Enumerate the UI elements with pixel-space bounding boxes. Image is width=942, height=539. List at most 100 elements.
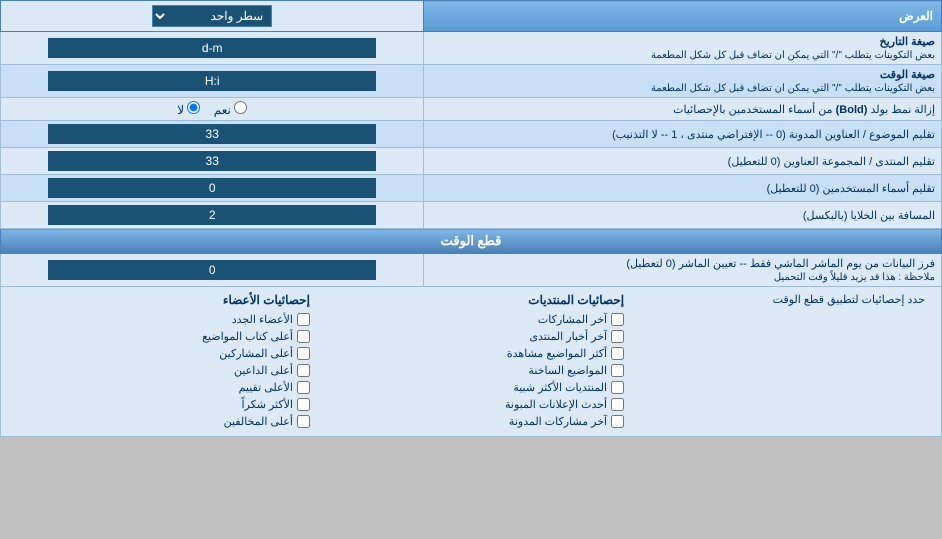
cb-top-posters-input[interactable] [297, 347, 310, 360]
bold-radio-no-label[interactable]: لا [177, 103, 200, 117]
cb-top-warned: أعلى المخالفين [13, 413, 310, 430]
cell-spacing-input[interactable] [48, 205, 376, 225]
cb-blog-posts: آخر مشاركات المدونة [318, 413, 624, 430]
cb-forum-news-input[interactable] [611, 330, 624, 343]
cb-most-viewed-label: أكثر المواضيع مشاهدة [507, 347, 607, 360]
time-cutoff-note: ملاحظة : هذا قد يزيد قليلاً وقت التحميل [430, 272, 935, 283]
cb-top-inviters-input[interactable] [297, 364, 310, 377]
cb-forum-news-label: آخر أخبار المنتدى [529, 330, 607, 343]
cb-top-inviters-label: أعلى الداعين [234, 364, 293, 377]
cb-most-viewed-input[interactable] [611, 347, 624, 360]
cell-spacing-label: المسافة بين الخلايا (بالبكسل) [424, 202, 942, 229]
limit-label: حدد إحصائيات لتطبيق قطع الوقت [773, 294, 925, 306]
checkbox-section-cell: حدد إحصائيات لتطبيق قطع الوقت إحصائيات ا… [1, 287, 942, 437]
main-table: العرض سطر واحد سطرين ثلاثة أسطر صيغة الت… [0, 0, 942, 437]
time-section-header: قطع الوقت [1, 229, 942, 254]
bold-label: إزالة نمط بولد (Bold) من أسماء المستخدمي… [424, 98, 942, 121]
time-cutoff-input-cell [1, 254, 424, 287]
cb-blog-posts-label: آخر مشاركات المدونة [509, 415, 607, 428]
page-title: العرض [899, 9, 933, 23]
username-trim-row: تقليم أسماء المستخدمين (0 للتعطيل) [1, 175, 942, 202]
forum-trim-label: تقليم المنتدى / المجموعة العناوين (0 للت… [424, 148, 942, 175]
cb-hot-topics-label: المواضيع الساخنة [528, 364, 607, 377]
forum-trim-title: تقليم المنتدى / المجموعة العناوين (0 للت… [728, 156, 935, 168]
date-format-title: صيغة التاريخ [880, 36, 935, 48]
display-input-cell: سطر واحد سطرين ثلاثة أسطر [1, 1, 424, 32]
username-trim-label: تقليم أسماء المستخدمين (0 للتعطيل) [424, 175, 942, 202]
bold-radio-yes[interactable] [234, 101, 247, 114]
cb-last-posts-label: آخر المشاركات [538, 313, 607, 326]
time-format-title: صيغة الوقت [880, 69, 935, 81]
time-cutoff-label: فرز البيانات من يوم الماشر الماشي فقط --… [424, 254, 942, 287]
date-format-label: صيغة التاريخ بعض التكوينات يتطلب "/" الت… [424, 32, 942, 65]
cb-new-members-input[interactable] [297, 313, 310, 326]
display-row: العرض سطر واحد سطرين ثلاثة أسطر [1, 1, 942, 32]
cb-most-thanked: الأكثر شكراً [13, 396, 310, 413]
cb-top-posters: أعلى المشاركين [13, 345, 310, 362]
cb-last-posts-input[interactable] [611, 313, 624, 326]
limit-label-col: حدد إحصائيات لتطبيق قطع الوقت [628, 291, 933, 432]
forum-stats-col: إحصائيات المنتديات آخر المشاركات آخر أخب… [314, 291, 628, 432]
subject-trim-row: تقليم الموضوع / العناوين المدونة (0 -- ا… [1, 121, 942, 148]
bold-radio-cell: نعم لا [1, 98, 424, 121]
cb-top-warned-label: أعلى المخالفين [224, 415, 293, 428]
cell-spacing-title: المسافة بين الخلايا (بالبكسل) [803, 210, 935, 222]
date-format-note: بعض التكوينات يتطلب "/" التي يمكن ان تضا… [430, 50, 935, 61]
username-trim-input-cell [1, 175, 424, 202]
date-format-input-cell [1, 32, 424, 65]
cb-most-viewed: أكثر المواضيع مشاهدة [318, 345, 624, 362]
time-cutoff-title: فرز البيانات من يوم الماشر الماشي فقط --… [626, 258, 935, 270]
cb-announcements: أحدث الإعلانات المبونة [318, 396, 624, 413]
cb-most-thanked-input[interactable] [297, 398, 310, 411]
time-section-title: قطع الوقت [1, 229, 942, 254]
cb-top-topics-input[interactable] [297, 330, 310, 343]
time-section-label: قطع الوقت [441, 233, 502, 248]
date-format-input[interactable] [48, 38, 376, 58]
cb-top-rated-input[interactable] [297, 381, 310, 394]
cb-announcements-label: أحدث الإعلانات المبونة [505, 398, 607, 411]
subject-trim-label: تقليم الموضوع / العناوين المدونة (0 -- ا… [424, 121, 942, 148]
member-stats-header: إحصائيات الأعضاء [13, 293, 310, 307]
cb-blog-posts-input[interactable] [611, 415, 624, 428]
forum-stats-title: إحصائيات المنتديات [528, 293, 624, 307]
cb-top-topics: أعلى كتاب المواضيع [13, 328, 310, 345]
subject-trim-input[interactable] [48, 124, 376, 144]
cb-top-rated-label: الأعلى تقييم [239, 381, 293, 394]
bold-radio-no[interactable] [187, 101, 200, 114]
cell-spacing-input-cell [1, 202, 424, 229]
cb-top-inviters: أعلى الداعين [13, 362, 310, 379]
forum-trim-input-cell [1, 148, 424, 175]
time-format-input-cell [1, 65, 424, 98]
cb-top-warned-input[interactable] [297, 415, 310, 428]
time-format-label: صيغة الوقت بعض التكوينات يتطلب "/" التي … [424, 65, 942, 98]
forum-trim-row: تقليم المنتدى / المجموعة العناوين (0 للت… [1, 148, 942, 175]
subject-trim-input-cell [1, 121, 424, 148]
cb-new-members-label: الأعضاء الجدد [232, 313, 293, 326]
cb-popular-forums: المنتديات الأكثر شبية [318, 379, 624, 396]
username-trim-title: تقليم أسماء المستخدمين (0 للتعطيل) [767, 183, 935, 195]
cb-announcements-input[interactable] [611, 398, 624, 411]
cb-last-posts: آخر المشاركات [318, 311, 624, 328]
cb-top-posters-label: أعلى المشاركين [219, 347, 293, 360]
cb-popular-forums-label: المنتديات الأكثر شبية [513, 381, 607, 394]
username-trim-input[interactable] [48, 178, 376, 198]
cb-hot-topics-input[interactable] [611, 364, 624, 377]
cb-top-topics-label: أعلى كتاب المواضيع [202, 330, 293, 343]
cb-forum-news: آخر أخبار المنتدى [318, 328, 624, 345]
checkbox-section-row: حدد إحصائيات لتطبيق قطع الوقت إحصائيات ا… [1, 287, 942, 437]
subject-trim-title: تقليم الموضوع / العناوين المدونة (0 -- ا… [612, 129, 935, 141]
time-format-note: بعض التكوينات يتطلب "/" التي يمكن ان تضا… [430, 83, 935, 94]
time-format-row: صيغة الوقت بعض التكوينات يتطلب "/" التي … [1, 65, 942, 98]
bold-radio-yes-label[interactable]: نعم [210, 103, 247, 117]
forum-trim-input[interactable] [48, 151, 376, 171]
member-stats-col: إحصائيات الأعضاء الأعضاء الجدد أعلى كتاب… [9, 291, 314, 432]
member-stats-title: إحصائيات الأعضاء [223, 293, 310, 307]
display-select[interactable]: سطر واحد سطرين ثلاثة أسطر [152, 5, 272, 27]
time-format-input[interactable] [48, 71, 376, 91]
bold-title: إزالة نمط بولد (Bold) من أسماء المستخدمي… [673, 104, 935, 116]
time-cutoff-input[interactable] [48, 260, 376, 280]
date-format-row: صيغة التاريخ بعض التكوينات يتطلب "/" الت… [1, 32, 942, 65]
cb-popular-forums-input[interactable] [611, 381, 624, 394]
cb-most-thanked-label: الأكثر شكراً [242, 398, 293, 411]
time-cutoff-row: فرز البيانات من يوم الماشر الماشي فقط --… [1, 254, 942, 287]
